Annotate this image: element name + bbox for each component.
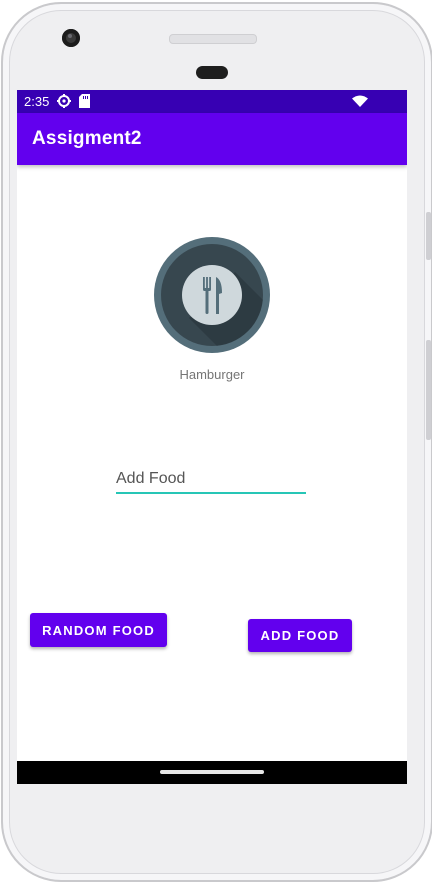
power-button — [426, 212, 431, 260]
volume-button — [426, 340, 431, 440]
settings-gear-icon — [57, 94, 71, 111]
random-food-button[interactable]: Random Food — [30, 613, 167, 647]
status-time: 2:35 — [24, 94, 50, 109]
wifi-icon — [352, 95, 368, 110]
earpiece-speaker — [169, 34, 257, 44]
navigation-bar — [17, 761, 407, 784]
app-screen: 2:35 Assigment2 Hamburger Add Food RANDO… — [17, 90, 407, 784]
food-name-label: Hamburger — [179, 367, 245, 382]
add-food-button[interactable]: Add Food — [248, 619, 352, 652]
home-pill-icon[interactable] — [160, 770, 264, 774]
add-food-input[interactable] — [116, 466, 306, 494]
app-bar: Assigment2 — [17, 113, 407, 165]
status-bar: 2:35 — [17, 90, 407, 113]
front-camera-icon — [62, 29, 80, 47]
food-image — [154, 237, 270, 353]
app-title: Assigment2 — [32, 128, 142, 149]
sd-card-icon — [79, 94, 90, 111]
fork-knife-icon — [154, 237, 270, 353]
device-frame: 2:35 Assigment2 Hamburger Add Food RANDO… — [0, 0, 432, 882]
proximity-sensor — [196, 66, 228, 79]
